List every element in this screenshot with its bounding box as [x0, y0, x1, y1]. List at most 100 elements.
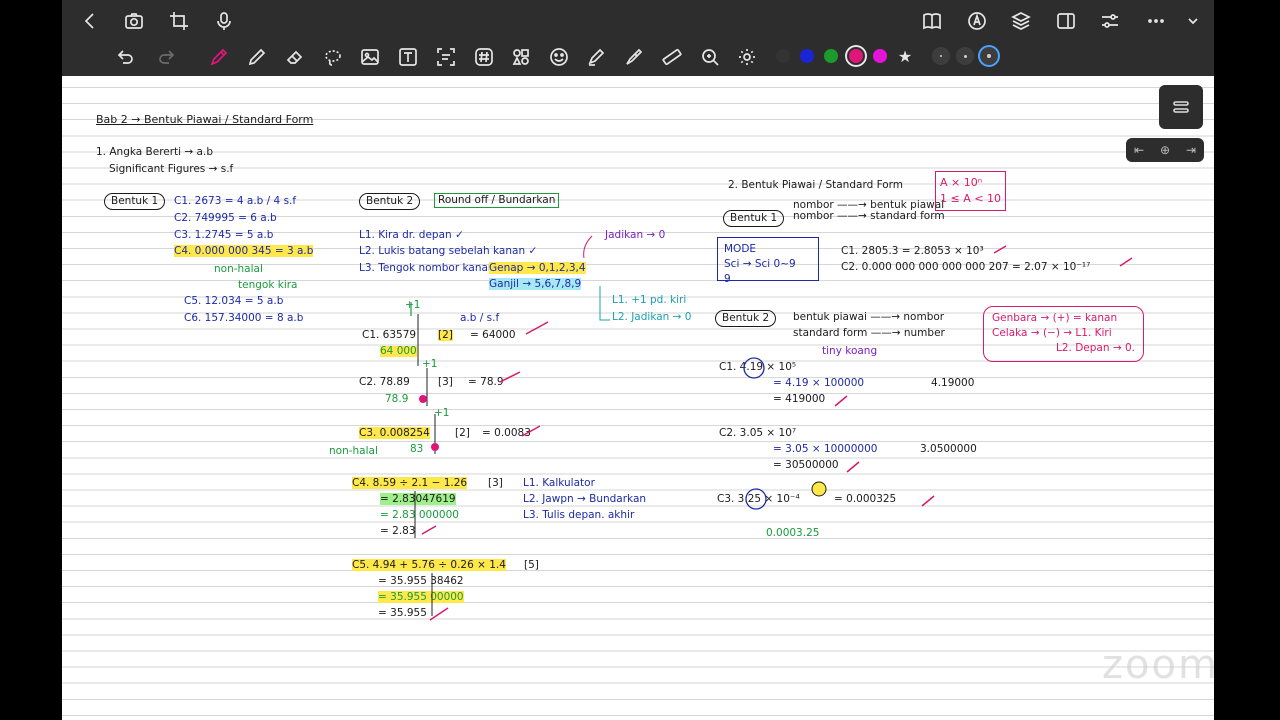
color-swatch-2[interactable]	[800, 49, 814, 63]
d1-line-1: = 4.19 × 100000	[773, 377, 865, 389]
page-navigator[interactable]: ⇤ ⊕ ⇥	[1126, 138, 1204, 162]
c5-line-1: = 35.955 38462	[378, 575, 464, 587]
lasso-icon[interactable]	[320, 44, 346, 70]
c2-work: 78.9	[385, 393, 409, 405]
b1-non-halal: non-halal	[214, 263, 263, 275]
jadikan-zero: Jadikan → 0	[605, 229, 666, 241]
c4-line-1-text: = 2.83047619	[380, 493, 456, 505]
page-panel-button[interactable]	[1159, 85, 1203, 129]
stroke-size-small[interactable]	[932, 47, 950, 65]
c5-line-3: = 35.955	[378, 607, 427, 619]
step-3: L3. Tengok nombor kanan	[359, 262, 495, 274]
color-swatch-4[interactable]	[849, 49, 863, 63]
step-2: L2. Lukis batang sebelah kanan ✓	[359, 245, 538, 257]
note-app: ★ ⇤ ⊕ ⇥ Bab 2 → Bentuk Piawai / Standard…	[62, 0, 1214, 720]
crop-icon[interactable]	[166, 8, 192, 34]
round-off-label: Round off / Bundarkan	[434, 193, 560, 208]
star-icon[interactable]: ★	[892, 44, 918, 70]
c2-plus: +1	[422, 358, 438, 370]
stroke-size-medium[interactable]	[956, 47, 974, 65]
color-swatch-3[interactable]	[824, 49, 838, 63]
d3-question: C3. 3.25 × 10⁻⁴	[717, 493, 800, 505]
color-swatch-5[interactable]	[873, 49, 887, 63]
c5-question: C5. 4.94 + 5.76 ÷ 0.26 × 1.4	[352, 559, 506, 571]
target-icon[interactable]: ⊕	[1160, 143, 1170, 157]
b1-line-4: C4. 0.000 000 345 = 3 a.b	[174, 245, 314, 257]
d2-line-2: = 30500000	[773, 459, 839, 471]
d1-question: C1. 4.19 × 10⁵	[719, 361, 797, 373]
sticker-icon[interactable]	[546, 44, 572, 70]
b1-line-1: C1. 2673 = 4 a.b / 4 s.f	[174, 195, 297, 207]
marker-icon[interactable]	[621, 44, 647, 70]
sf-b1-line-2: nombor ——→ standard form	[793, 210, 945, 222]
mode-line-2: Sci → Sci 0~9	[724, 258, 796, 271]
c1-sig: [2]	[438, 329, 453, 341]
more-icon[interactable]	[1143, 8, 1169, 34]
sidebar-icon[interactable]	[1053, 8, 1079, 34]
gear-icon[interactable]	[734, 44, 760, 70]
camera-icon[interactable]	[121, 8, 147, 34]
c4-line-3: = 2.83	[380, 525, 416, 537]
c3-non-halal: non-halal	[329, 445, 378, 457]
image-icon[interactable]	[357, 44, 383, 70]
zoom-icon[interactable]	[697, 44, 723, 70]
mode-box: MODE Sci → Sci 0~9 9	[717, 237, 819, 285]
b1-line-2: C2. 749995 = 6 a.b	[174, 212, 277, 224]
d2-line-1: = 3.05 × 10000000	[773, 443, 878, 455]
pencil-icon[interactable]	[244, 44, 270, 70]
sf-bentuk2-label: Bentuk 2	[715, 310, 777, 327]
step-1: L1. Kira dr. depan ✓	[359, 229, 464, 241]
text-icon[interactable]	[395, 44, 421, 70]
d1-line-2: = 419000	[773, 393, 826, 405]
back-icon[interactable]	[77, 8, 103, 34]
book-icon[interactable]	[919, 8, 945, 34]
ruler-icon[interactable]	[659, 44, 685, 70]
undo-icon[interactable]	[112, 44, 138, 70]
arrow-left-icon[interactable]: ⇤	[1134, 143, 1144, 157]
c3-sig: [2]	[455, 427, 470, 439]
sliders-icon[interactable]	[1097, 8, 1123, 34]
section2-heading: 2. Bentuk Piawai / Standard Form	[728, 179, 904, 191]
c4-question: C4. 8.59 ÷ 2.1 − 1.26	[352, 477, 468, 489]
zoom-watermark: zoom	[1102, 642, 1214, 688]
highlighter-icon[interactable]	[583, 44, 609, 70]
layers-icon[interactable]	[1008, 8, 1034, 34]
genap-rule-text: Genap → 0,1,2,3,4	[489, 262, 586, 274]
pen-icon[interactable]	[206, 44, 232, 70]
eraser-icon[interactable]	[282, 44, 308, 70]
formula-line-2: 1 ≤ A < 10	[940, 191, 1001, 205]
b1-line-6: C6. 157.34000 = 8 a.b	[184, 312, 304, 324]
redo-icon[interactable]	[154, 44, 180, 70]
d1-side: 4.19000	[931, 377, 975, 389]
c3-question: C3. 0.008254	[359, 427, 430, 439]
stroke-size-large[interactable]	[980, 47, 998, 65]
pink-rule-box: Genbara → (+) = kanan Celaka → (−) → L1.…	[983, 306, 1144, 362]
c1-work: 64 000	[380, 345, 417, 357]
c2-sig: [3]	[438, 376, 453, 388]
formula-box: A × 10ⁿ 1 ≤ A < 10	[935, 171, 1006, 211]
scan-icon[interactable]	[433, 44, 459, 70]
section1-heading: 1. Angka Bererti → a.b	[96, 146, 213, 158]
bentuk1-label: Bentuk 1	[104, 193, 166, 210]
c5-line-2: = 35.955 00000	[378, 591, 464, 603]
top-toolbar-row	[62, 2, 1214, 40]
c1-answer: = 64000	[470, 329, 516, 341]
c4-step-2: L2. Jawpn → Bundarkan	[523, 493, 647, 505]
side-step-2: L2. Jadikan → 0	[612, 311, 692, 323]
note-page[interactable]: ⇤ ⊕ ⇥ Bab 2 → Bentuk Piawai / Standard F…	[62, 76, 1214, 720]
color-swatch-1[interactable]	[776, 49, 790, 63]
c4-sig: [3]	[488, 477, 503, 489]
microphone-icon[interactable]	[211, 8, 237, 34]
side-step-1: L1. +1 pd. kiri	[612, 294, 687, 306]
shapes-icon[interactable]	[508, 44, 534, 70]
c1-question: C1. 63579	[362, 329, 417, 341]
c5-question-text: C5. 4.94 + 5.76 ÷ 0.26 × 1.4	[352, 559, 506, 571]
toolbar: ★	[62, 0, 1214, 76]
chevron-down-icon[interactable]	[1180, 8, 1206, 34]
sf-example-1: C1. 2805.3 = 2.8053 × 10³	[841, 245, 984, 257]
arrow-right-icon[interactable]: ⇥	[1186, 143, 1196, 157]
tool-toolbar-row: ★	[62, 38, 1214, 76]
pen-circle-icon[interactable]	[964, 8, 990, 34]
hashtag-icon[interactable]	[471, 44, 497, 70]
ganjil-rule-text: Ganjil → 5,6,7,8,9	[489, 278, 582, 290]
